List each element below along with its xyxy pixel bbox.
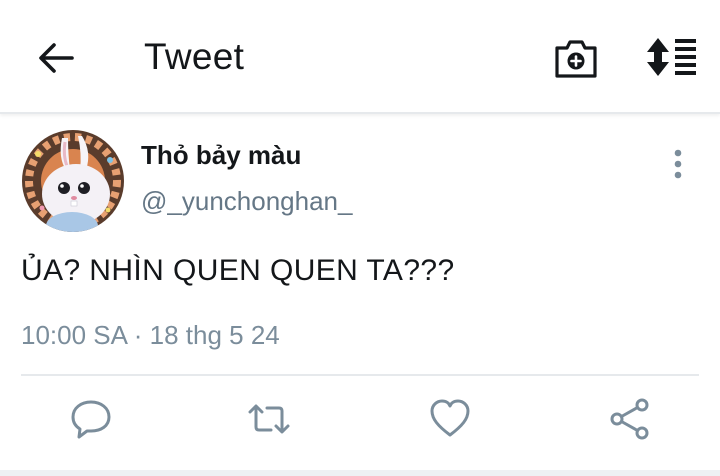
avatar[interactable]: [22, 130, 124, 232]
bottom-divider: [0, 470, 720, 476]
like-button[interactable]: [428, 397, 472, 441]
tweet: Thỏ bảy màu @_yunchonghan_ ỦA? NHÌN QUEN…: [0, 114, 720, 476]
display-name[interactable]: Thỏ bảy màu: [141, 140, 301, 171]
avatar-image: [22, 130, 124, 232]
share-button[interactable]: [608, 397, 652, 441]
back-button[interactable]: [34, 38, 78, 78]
tweet-timestamp: 10:00 SA · 18 thg 5 24: [21, 320, 280, 350]
sort-button[interactable]: [645, 37, 697, 77]
retweet-icon: [248, 404, 290, 434]
username[interactable]: @_yunchonghan_: [141, 186, 352, 217]
retweet-button[interactable]: [247, 397, 291, 441]
more-vertical-icon: [674, 149, 682, 179]
sort-icon: [647, 38, 696, 76]
reply-icon: [71, 400, 111, 439]
page-title: Tweet: [144, 36, 245, 77]
arrow-left-icon: [39, 43, 74, 73]
top-app-bar: Tweet: [0, 0, 720, 114]
divider: [21, 374, 699, 376]
more-options-button[interactable]: [666, 148, 690, 182]
camera-button[interactable]: [553, 36, 599, 80]
reply-button[interactable]: [69, 397, 113, 441]
share-icon: [610, 398, 649, 440]
camera-plus-icon: [555, 40, 597, 78]
like-icon: [430, 399, 470, 437]
tweet-text: ỦA? NHÌN QUEN QUEN TA???: [21, 254, 455, 287]
